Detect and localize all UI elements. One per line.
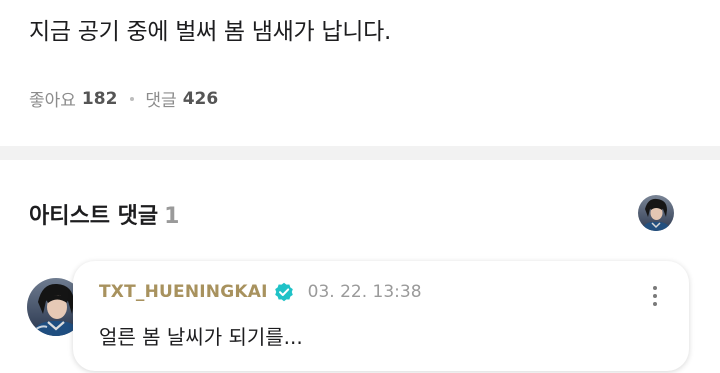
section-title: 아티스트 댓글 1 bbox=[29, 198, 179, 230]
comment-timestamp: 03. 22. 13:38 bbox=[307, 282, 422, 302]
section-title-count: 1 bbox=[164, 204, 180, 229]
comment-header: TXT_HUENINGKAI 03. 22. 13:38 bbox=[99, 282, 422, 302]
comments-label[interactable]: 댓글 bbox=[145, 86, 176, 111]
artist-comments-section: 아티스트 댓글 1 TXT_HUENINGKAI 03. 22. 13:38 얼… bbox=[0, 160, 720, 373]
artist-avatar-icon[interactable] bbox=[638, 195, 674, 231]
comments-count[interactable]: 426 bbox=[183, 89, 219, 109]
post-stats: 좋아요 182 댓글 426 bbox=[29, 86, 219, 112]
likes-label[interactable]: 좋아요 bbox=[29, 86, 76, 111]
section-title-label: 아티스트 댓글 bbox=[29, 204, 159, 229]
more-vertical-icon[interactable] bbox=[647, 281, 663, 311]
verified-badge-icon bbox=[274, 282, 294, 302]
separator-dot bbox=[130, 96, 135, 101]
comment-author[interactable]: TXT_HUENINGKAI bbox=[99, 282, 268, 302]
comment-bubble: TXT_HUENINGKAI 03. 22. 13:38 얼른 봄 날씨가 되기… bbox=[73, 261, 689, 371]
likes-count[interactable]: 182 bbox=[82, 89, 118, 109]
post-text: 지금 공기 중에 벌써 봄 냄새가 납니다. bbox=[29, 19, 391, 45]
section-divider bbox=[0, 146, 720, 160]
comment-text: 얼른 봄 날씨가 되기를... bbox=[99, 325, 303, 349]
post-body: 지금 공기 중에 벌써 봄 냄새가 납니다. 좋아요 182 댓글 426 bbox=[0, 0, 720, 146]
